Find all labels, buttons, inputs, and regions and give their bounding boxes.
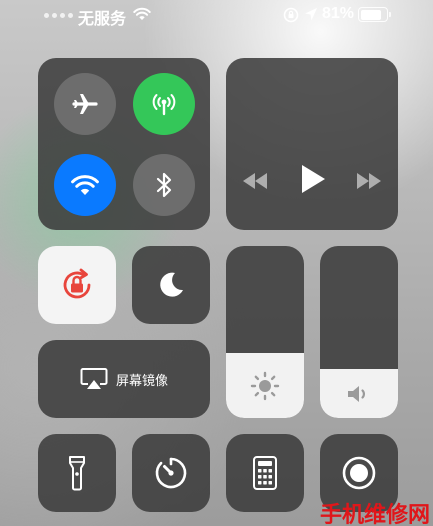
fast-forward-icon[interactable] [355,171,383,191]
orientation-lock-toggle[interactable] [38,246,116,324]
orientation-lock-icon [63,268,91,299]
moon-icon [160,272,183,297]
bluetooth-toggle[interactable] [133,154,195,216]
calculator-icon [253,456,277,490]
do-not-disturb-toggle[interactable] [132,246,210,324]
record-icon [342,456,376,490]
cellular-data-toggle[interactable] [133,73,195,135]
brightness-level-fill [226,353,304,418]
flashlight-icon [69,456,85,491]
orientation-lock-icon [283,7,299,23]
volume-level-fill [320,369,398,418]
screen-mirroring-button[interactable]: 屏幕镜像 [38,340,210,418]
airplay-icon [80,368,108,389]
timer-button[interactable] [132,434,210,512]
flashlight-button[interactable] [38,434,116,512]
speaker-icon [348,385,365,402]
wifi-icon [71,175,99,195]
battery-percentage: 81% [322,5,355,22]
rewind-icon[interactable] [241,171,269,191]
volume-slider[interactable] [320,246,398,418]
signal-dots-icon [44,13,73,18]
sun-icon [250,371,280,400]
airplane-icon [72,94,98,114]
airplane-mode-toggle[interactable] [54,73,116,135]
screen-mirroring-label: 屏幕镜像 [115,372,168,388]
location-arrow-icon [305,8,317,21]
bluetooth-icon [156,172,172,198]
carrier-label: 无服务 [78,11,127,28]
battery-icon [358,7,391,22]
watermark-text: 手机维修网 [320,502,431,526]
wifi-icon [133,7,151,20]
status-bar: 无服务 81% [0,0,433,30]
now-playing-module [226,58,398,230]
connectivity-module [38,58,210,230]
brightness-slider[interactable] [226,246,304,418]
antenna-icon [152,94,176,116]
play-icon[interactable] [299,163,327,195]
calculator-button[interactable] [226,434,304,512]
wifi-toggle[interactable] [54,154,116,216]
timer-icon [155,457,187,489]
